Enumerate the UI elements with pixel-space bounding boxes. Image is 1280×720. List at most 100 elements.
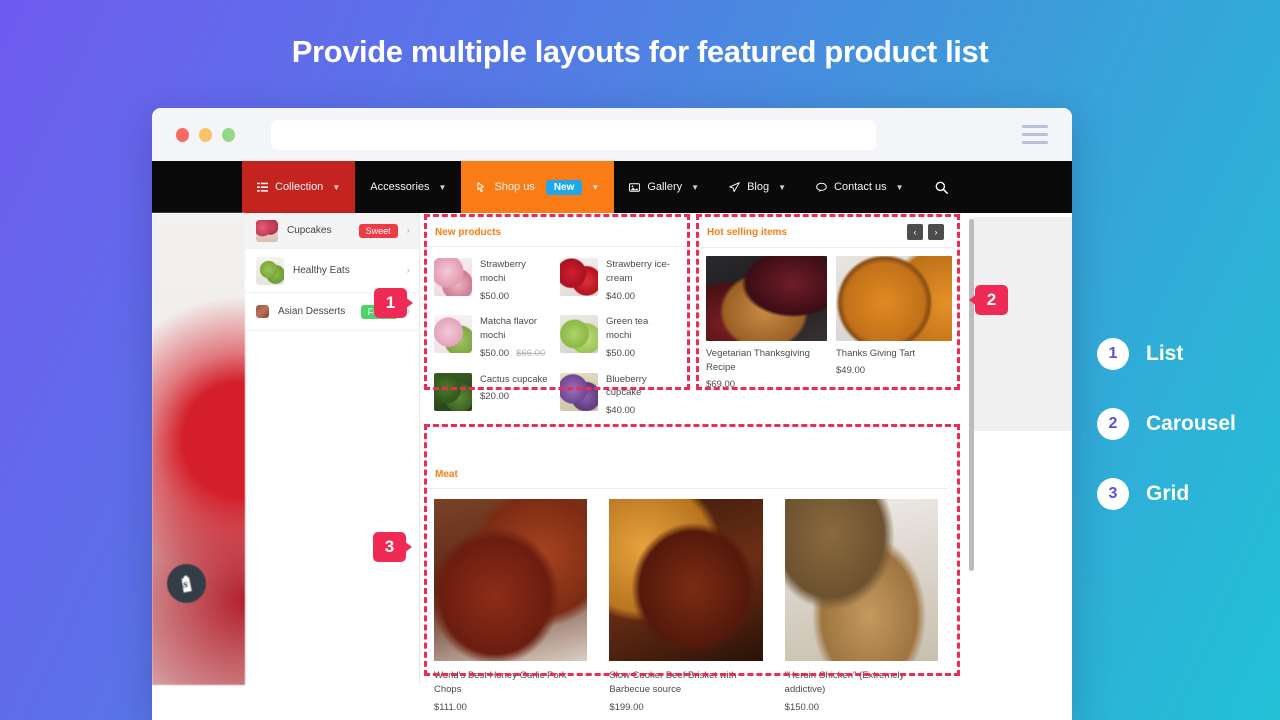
product-old-price: $66.00 xyxy=(516,347,546,359)
product-image xyxy=(706,256,827,341)
annotation-marker-1: 1 xyxy=(374,288,413,318)
sidebar-item-label: Healthy Eats xyxy=(293,265,350,276)
carousel-card[interactable]: Vegetarian Thanksgiving Recipe $69.00 xyxy=(706,256,827,390)
maximize-window-icon[interactable] xyxy=(222,127,235,142)
carousel-track[interactable]: Vegetarian Thanksgiving Recipe $69.00 Th… xyxy=(696,248,952,398)
product-price: $50.00 xyxy=(480,290,510,302)
legend: 1 List 2 Carousel 3 Grid xyxy=(1097,338,1236,548)
product-thumbnail xyxy=(434,315,472,354)
grid-card[interactable]: Slow Cooker Beef Brisket with Barbecue s… xyxy=(609,498,763,713)
chevron-right-icon: › xyxy=(406,265,410,276)
cursor-icon xyxy=(476,181,487,193)
product-name: Cactus cupcake xyxy=(480,373,548,385)
product-thumbnail xyxy=(434,372,472,411)
list-item[interactable]: Strawberry mochi $50.00 xyxy=(432,253,552,308)
product-price: $40.00 xyxy=(606,290,636,302)
nav-item-shop-us[interactable]: Shop us New ▼ xyxy=(461,161,615,213)
carousel-next-button[interactable]: › xyxy=(928,224,944,240)
scrollbar-thumb[interactable] xyxy=(969,219,974,571)
chevron-right-icon: › xyxy=(406,225,410,236)
minimize-window-icon[interactable] xyxy=(199,127,212,142)
list-item[interactable]: Green tea mochi $50.00 xyxy=(558,310,678,365)
close-window-icon[interactable] xyxy=(176,127,189,142)
product-name: Slow Cooker Beef Brisket with Barbecue s… xyxy=(609,669,737,696)
product-thumbnail xyxy=(560,258,598,296)
product-name: "Heroin Chicken" (Extremely addictive) xyxy=(784,669,905,696)
product-price: $150.00 xyxy=(784,702,819,714)
legend-label: Grid xyxy=(1146,482,1190,505)
annotation-marker-3: 3 xyxy=(373,532,412,562)
list-item[interactable]: Blueberry cupcake $40.00 xyxy=(558,368,678,423)
nav-label: Gallery xyxy=(647,181,683,193)
nav-item-contact-us[interactable]: Contact us ▼ xyxy=(801,161,919,213)
list-item[interactable]: Strawberry ice-cream $40.00 xyxy=(558,253,678,308)
category-sidebar: Cupcakes Sweet › Healthy Eats › Asian De… xyxy=(245,213,420,685)
grid-card[interactable]: "Heroin Chicken" (Extremely addictive) $… xyxy=(784,498,938,714)
chat-icon xyxy=(816,182,827,193)
legend-row-carousel: 2 Carousel xyxy=(1097,408,1236,440)
legend-label: Carousel xyxy=(1146,412,1236,435)
grid-card[interactable]: World's Best Honey Garlic Pork Chops $11… xyxy=(434,498,588,713)
product-price: $50.00 xyxy=(606,347,636,359)
hero-photo: S xyxy=(152,213,245,685)
shopify-bag-icon[interactable]: S xyxy=(167,564,206,603)
product-image xyxy=(836,256,952,341)
product-price: $50.00 xyxy=(480,347,510,359)
widget-title: Meat xyxy=(424,459,948,489)
product-name: Strawberry mochi xyxy=(480,259,526,284)
nav-item-accessories[interactable]: Accessories ▼ xyxy=(355,161,461,213)
product-price: $49.00 xyxy=(836,364,866,376)
widget-hot-selling-carousel: Hot selling items ‹ › Vegetarian Thanksg… xyxy=(696,217,952,431)
legend-number: 1 xyxy=(1097,338,1129,370)
svg-text:S: S xyxy=(183,580,188,589)
cupcake-thumbnail-icon xyxy=(256,219,278,242)
carousel-card[interactable]: Thanks Giving Tart $49.00 xyxy=(836,256,952,390)
legend-row-grid: 3 Grid xyxy=(1097,478,1236,510)
site-body: S Cupcakes Sweet › Healthy Eats › Asian … xyxy=(152,213,1072,720)
nav-label: Accessories xyxy=(370,181,430,193)
widget-title: Hot selling items xyxy=(707,226,788,238)
list-item[interactable]: Matcha flavor mochi $50.00 $66.00 xyxy=(432,310,552,365)
nav-item-gallery[interactable]: Gallery ▼ xyxy=(614,161,714,213)
product-thumbnail xyxy=(434,258,472,296)
nav-label: Collection xyxy=(275,181,324,193)
chevron-down-icon: ▼ xyxy=(778,182,787,192)
nav-item-collection[interactable]: Collection ▼ xyxy=(242,161,356,213)
product-name: Vegetarian Thanksgiving Recipe xyxy=(706,348,810,373)
chevron-down-icon: ▼ xyxy=(438,182,447,192)
chevron-down-icon: ▼ xyxy=(895,182,904,192)
widget-header: Hot selling items ‹ › xyxy=(696,217,952,248)
paper-plane-icon xyxy=(729,181,740,193)
product-name: Thanks Giving Tart xyxy=(836,348,916,359)
browser-window: Collection ▼ Accessories ▼ Shop us New ▼… xyxy=(152,108,1072,720)
sidebar-item-healthy-eats[interactable]: Healthy Eats › xyxy=(245,249,419,293)
healthy-thumbnail-icon xyxy=(256,256,284,285)
product-thumbnail xyxy=(560,372,598,411)
sidebar-badge-sweet: Sweet xyxy=(358,223,398,238)
sidebar-item-cupcakes[interactable]: Cupcakes Sweet › xyxy=(245,213,419,249)
nav-badge-new: New xyxy=(545,179,583,195)
browser-chrome-bar xyxy=(152,108,1072,161)
legend-number: 2 xyxy=(1097,408,1129,440)
widget-title: New products xyxy=(424,217,686,247)
carousel-prev-button[interactable]: ‹ xyxy=(907,224,923,240)
product-name: Blueberry cupcake xyxy=(606,373,647,399)
page-scrollbar[interactable] xyxy=(969,219,974,679)
annotation-marker-2: 2 xyxy=(969,285,1008,315)
product-image xyxy=(434,498,588,661)
product-name: Matcha flavor mochi xyxy=(480,316,538,342)
nav-label: Blog xyxy=(747,181,770,193)
address-bar-input[interactable] xyxy=(271,119,876,150)
product-list: Strawberry mochi $50.00 Strawberry ice-c… xyxy=(424,247,686,431)
widget-new-products-list: New products Strawberry mochi $50.00 Str… xyxy=(424,217,686,431)
nav-item-blog[interactable]: Blog ▼ xyxy=(714,161,801,213)
site-navigation: Collection ▼ Accessories ▼ Shop us New ▼… xyxy=(152,161,1072,213)
hamburger-icon[interactable] xyxy=(1022,125,1048,144)
product-name: Green tea mochi xyxy=(606,316,649,342)
list-item[interactable]: Cactus cupcake $20.00 xyxy=(432,368,552,423)
sidebar-item-label: Asian Desserts xyxy=(278,306,346,317)
image-icon xyxy=(629,182,641,193)
product-image xyxy=(784,498,938,661)
search-icon[interactable] xyxy=(919,161,964,213)
nav-left-spacer xyxy=(152,161,242,213)
